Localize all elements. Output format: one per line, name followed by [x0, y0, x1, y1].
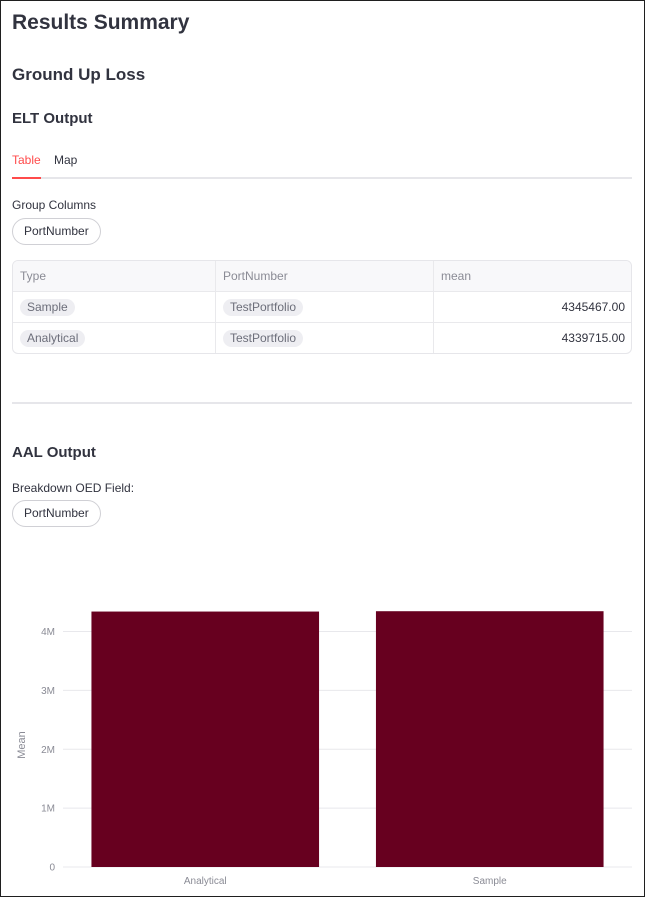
cell-type: Analytical [13, 323, 216, 353]
y-axis-label: Mean [16, 731, 28, 759]
portnumber-chip: TestPortfolio [223, 330, 304, 347]
table-row[interactable]: Analytical TestPortfolio 4339715.00 [13, 323, 631, 353]
table-row[interactable]: Sample TestPortfolio 4345467.00 [13, 292, 631, 323]
cell-type: Sample [13, 292, 216, 323]
cell-portnumber: TestPortfolio [216, 323, 434, 353]
chart-bars [91, 611, 604, 867]
type-chip: Analytical [20, 330, 86, 347]
tab-map[interactable]: Map [54, 153, 77, 177]
y-tick-label: 0 [49, 863, 55, 874]
group-columns-label: Group Columns [12, 198, 97, 212]
x-tick-label: Sample [473, 876, 507, 887]
group-column-chip[interactable]: PortNumber [12, 218, 101, 245]
elt-output-heading: ELT Output [12, 110, 93, 127]
section-title: Ground Up Loss [12, 65, 146, 84]
view-tabs: Table Map [12, 150, 632, 179]
bar-analytical[interactable] [91, 611, 320, 867]
cell-portnumber: TestPortfolio [216, 292, 434, 323]
page-title: Results Summary [12, 11, 190, 34]
type-chip: Sample [20, 299, 75, 316]
y-tick-label: 1M [41, 804, 55, 815]
elt-table: Type PortNumber mean Sample TestPortfoli… [12, 260, 632, 354]
breakdown-label: Breakdown OED Field: [12, 481, 135, 495]
cell-mean: 4339715.00 [561, 331, 625, 345]
aal-output-heading: AAL Output [12, 444, 96, 461]
column-header-type[interactable]: Type [13, 261, 216, 292]
bar-sample[interactable] [375, 611, 604, 867]
tab-table[interactable]: Table [12, 153, 41, 179]
y-tick-label: 2M [41, 745, 55, 756]
breakdown-field-chip[interactable]: PortNumber [12, 500, 101, 527]
portnumber-chip: TestPortfolio [223, 299, 304, 316]
y-tick-label: 3M [41, 686, 55, 697]
cell-mean: 4345467.00 [561, 300, 625, 314]
column-header-mean[interactable]: mean [434, 261, 631, 292]
column-header-portnumber[interactable]: PortNumber [216, 261, 434, 292]
section-divider [12, 402, 632, 404]
aal-bar-chart: 0 1M 2M 3M 4M Analytical Sample Mean [16, 611, 632, 887]
x-tick-label: Analytical [184, 876, 227, 887]
table-header-row: Type PortNumber mean [13, 261, 631, 292]
y-tick-label: 4M [41, 627, 55, 638]
